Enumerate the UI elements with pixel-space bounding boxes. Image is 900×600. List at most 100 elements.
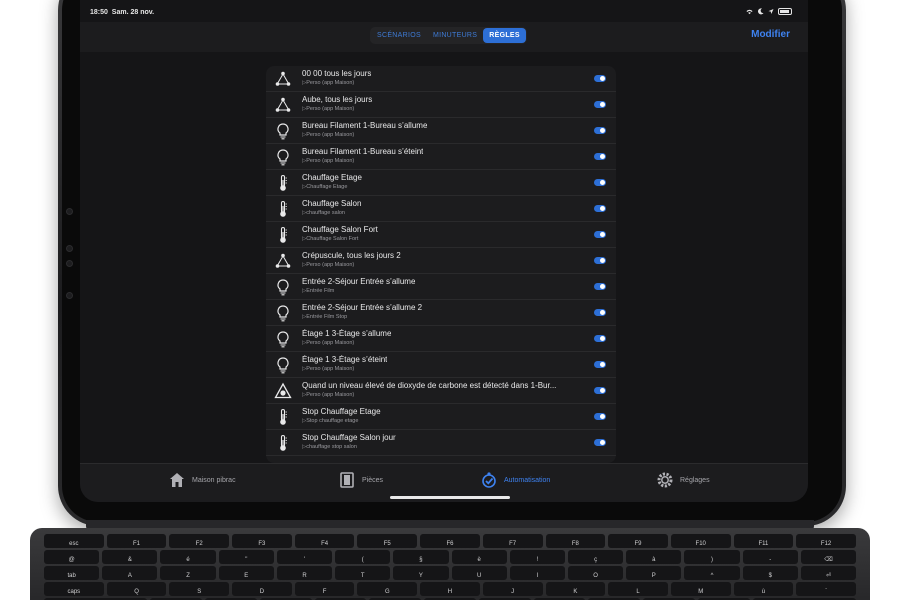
rule-row[interactable]: Entrée 2-Séjour Entrée s’allume ▷Entrée F… bbox=[266, 274, 616, 300]
keyboard-key[interactable]: R bbox=[276, 566, 333, 580]
rule-row[interactable]: Bureau Filament 1-Bureau s’éteint ▷Perso … bbox=[266, 144, 616, 170]
keyboard-key[interactable]: J bbox=[482, 582, 543, 596]
edit-button[interactable]: Modifier bbox=[751, 29, 790, 40]
keyboard-key[interactable]: Z bbox=[160, 566, 216, 580]
keyboard-key[interactable]: F bbox=[294, 582, 355, 596]
keyboard-key[interactable]: tab bbox=[44, 566, 100, 580]
keyboard-key[interactable]: ^ bbox=[684, 566, 740, 580]
keyboard-key[interactable]: F12 bbox=[796, 534, 856, 548]
keyboard-key[interactable]: T bbox=[335, 566, 391, 580]
keyboard-key[interactable]: esc bbox=[44, 534, 104, 548]
keyboard-key[interactable]: F8 bbox=[545, 534, 606, 548]
keyboard-key[interactable]: H bbox=[420, 582, 480, 596]
rule-row[interactable]: 00 00 tous les jours ▷Perso (app Maison) bbox=[266, 66, 616, 92]
keyboard-key[interactable]: ' bbox=[276, 550, 333, 564]
keyboard-key[interactable]: S bbox=[169, 582, 230, 596]
keyboard-key[interactable]: § bbox=[393, 550, 449, 564]
rule-toggle[interactable] bbox=[594, 179, 606, 186]
keyboard-key[interactable]: F9 bbox=[608, 534, 668, 548]
keyboard-key[interactable]: F2 bbox=[169, 534, 230, 548]
keyboard-key[interactable]: L bbox=[608, 582, 668, 596]
rule-toggle[interactable] bbox=[594, 153, 606, 160]
segment-minuteurs[interactable]: MINUTEURS bbox=[427, 28, 483, 43]
keyboard-key[interactable]: P bbox=[626, 566, 682, 580]
rule-subtitle: ▷Perso (app Maison) bbox=[302, 106, 355, 112]
keyboard-key[interactable]: ç bbox=[567, 550, 624, 564]
keyboard-key[interactable]: é bbox=[160, 550, 216, 564]
rule-toggle[interactable] bbox=[594, 205, 606, 212]
segment-regles[interactable]: RÈGLES bbox=[483, 28, 526, 43]
keyboard-key[interactable]: F1 bbox=[106, 534, 167, 548]
rule-row[interactable]: Quand un niveau élevé de dioxyde de carb… bbox=[266, 378, 616, 404]
keyboard-key[interactable]: G bbox=[357, 582, 418, 596]
moon-icon bbox=[758, 8, 764, 15]
keyboard-key[interactable]: I bbox=[509, 566, 565, 580]
rule-toggle[interactable] bbox=[594, 387, 606, 394]
keyboard-key[interactable]: D bbox=[232, 582, 292, 596]
keyboard-key[interactable]: caps bbox=[44, 582, 104, 596]
tab-maison[interactable]: Maison pibrac bbox=[168, 471, 236, 489]
magic-keyboard: esc F1 F2 F3 F4 F5 F6 F7 F8 F9 F10 F11 F12 @ & é " '(§ è! ç… bbox=[30, 528, 870, 600]
keyboard-key[interactable]: F5 bbox=[357, 534, 418, 548]
keyboard-key[interactable]: @ bbox=[44, 550, 100, 564]
home-indicator[interactable] bbox=[390, 496, 510, 499]
keyboard-key[interactable]: F11 bbox=[733, 534, 794, 548]
rule-toggle[interactable] bbox=[594, 75, 606, 82]
keyboard-key[interactable]: ⏎ bbox=[800, 566, 857, 580]
rule-toggle[interactable] bbox=[594, 283, 606, 290]
keyboard-key[interactable]: F6 bbox=[420, 534, 480, 548]
rule-toggle[interactable] bbox=[594, 361, 606, 368]
rule-toggle[interactable] bbox=[594, 413, 606, 420]
keyboard-key[interactable]: ⌫ bbox=[800, 550, 857, 564]
keyboard-key[interactable]: Y bbox=[393, 566, 449, 580]
keyboard-key[interactable]: ` bbox=[796, 582, 856, 596]
rule-row[interactable]: Crépuscule, tous les jours 2 ▷Perso (app … bbox=[266, 248, 616, 274]
keyboard-key[interactable]: F7 bbox=[482, 534, 543, 548]
keyboard-key[interactable]: M bbox=[670, 582, 731, 596]
keyboard-key[interactable]: F4 bbox=[294, 534, 355, 548]
keyboard-key[interactable]: - bbox=[742, 550, 798, 564]
tab-reglages[interactable]: Réglages bbox=[656, 471, 710, 489]
keyboard-key[interactable]: ( bbox=[335, 550, 391, 564]
keyboard-key[interactable]: Q bbox=[106, 582, 167, 596]
rule-row[interactable]: Étage 1 3-Étage s’allume ▷Perso (app Mais… bbox=[266, 326, 616, 352]
rule-toggle[interactable] bbox=[594, 231, 606, 238]
rule-subtitle: ▷Chauffage Etage bbox=[302, 184, 348, 190]
keyboard-key[interactable]: & bbox=[102, 550, 158, 564]
tab-automatisation[interactable]: Automatisation bbox=[480, 471, 550, 489]
rule-toggle[interactable] bbox=[594, 439, 606, 446]
rule-row[interactable]: Stop Chauffage Salon jour ▷chauffage stop… bbox=[266, 430, 616, 456]
rule-toggle[interactable] bbox=[594, 309, 606, 316]
keyboard-key[interactable]: à bbox=[626, 550, 682, 564]
rule-row[interactable]: Bureau Filament 1-Bureau s’allume ▷Perso … bbox=[266, 118, 616, 144]
rule-toggle[interactable] bbox=[594, 257, 606, 264]
rule-row[interactable]: Chauffage Etage ▷Chauffage Etage bbox=[266, 170, 616, 196]
keyboard-key[interactable]: " bbox=[218, 550, 274, 564]
keyboard-key[interactable]: F10 bbox=[670, 534, 731, 548]
keyboard-key[interactable]: O bbox=[567, 566, 624, 580]
rule-row[interactable]: Chauffage Salon Fort ▷Chauffage Salon For… bbox=[266, 222, 616, 248]
keyboard-key[interactable]: U bbox=[451, 566, 507, 580]
rule-row[interactable]: Entrée 2-Séjour Entrée s’allume 2 ▷Entrée… bbox=[266, 300, 616, 326]
segment-scenarios[interactable]: SCÉNARIOS bbox=[371, 28, 427, 43]
rule-toggle[interactable] bbox=[594, 335, 606, 342]
rule-row[interactable]: Étage 1 3-Étage s’éteint ▷Perso (app Mais… bbox=[266, 352, 616, 378]
keyboard-key[interactable]: è bbox=[451, 550, 507, 564]
lightbulb-icon bbox=[274, 122, 292, 140]
keyboard-key[interactable]: K bbox=[545, 582, 606, 596]
keyboard-key[interactable]: $ bbox=[742, 566, 798, 580]
rule-row[interactable]: Chauffage Salon ▷chauffage salon bbox=[266, 196, 616, 222]
rule-subtitle: ▷chauffage salon bbox=[302, 210, 345, 216]
tab-pieces[interactable]: Pièces bbox=[338, 471, 383, 489]
keyboard-key[interactable]: F3 bbox=[232, 534, 292, 548]
rule-row[interactable]: Aube, tous les jours ▷Perso (app Maison) bbox=[266, 92, 616, 118]
keyboard-key[interactable]: ù bbox=[733, 582, 794, 596]
keyboard-key[interactable]: ! bbox=[509, 550, 565, 564]
keyboard-key[interactable]: A bbox=[102, 566, 158, 580]
rule-row[interactable]: Stop Chauffage Etage ▷Stop chauffage etag… bbox=[266, 404, 616, 430]
rule-subtitle: ▷Perso (app Maison) bbox=[302, 158, 355, 164]
keyboard-key[interactable]: ) bbox=[684, 550, 740, 564]
keyboard-key[interactable]: E bbox=[218, 566, 274, 580]
rule-toggle[interactable] bbox=[594, 127, 606, 134]
rule-toggle[interactable] bbox=[594, 101, 606, 108]
